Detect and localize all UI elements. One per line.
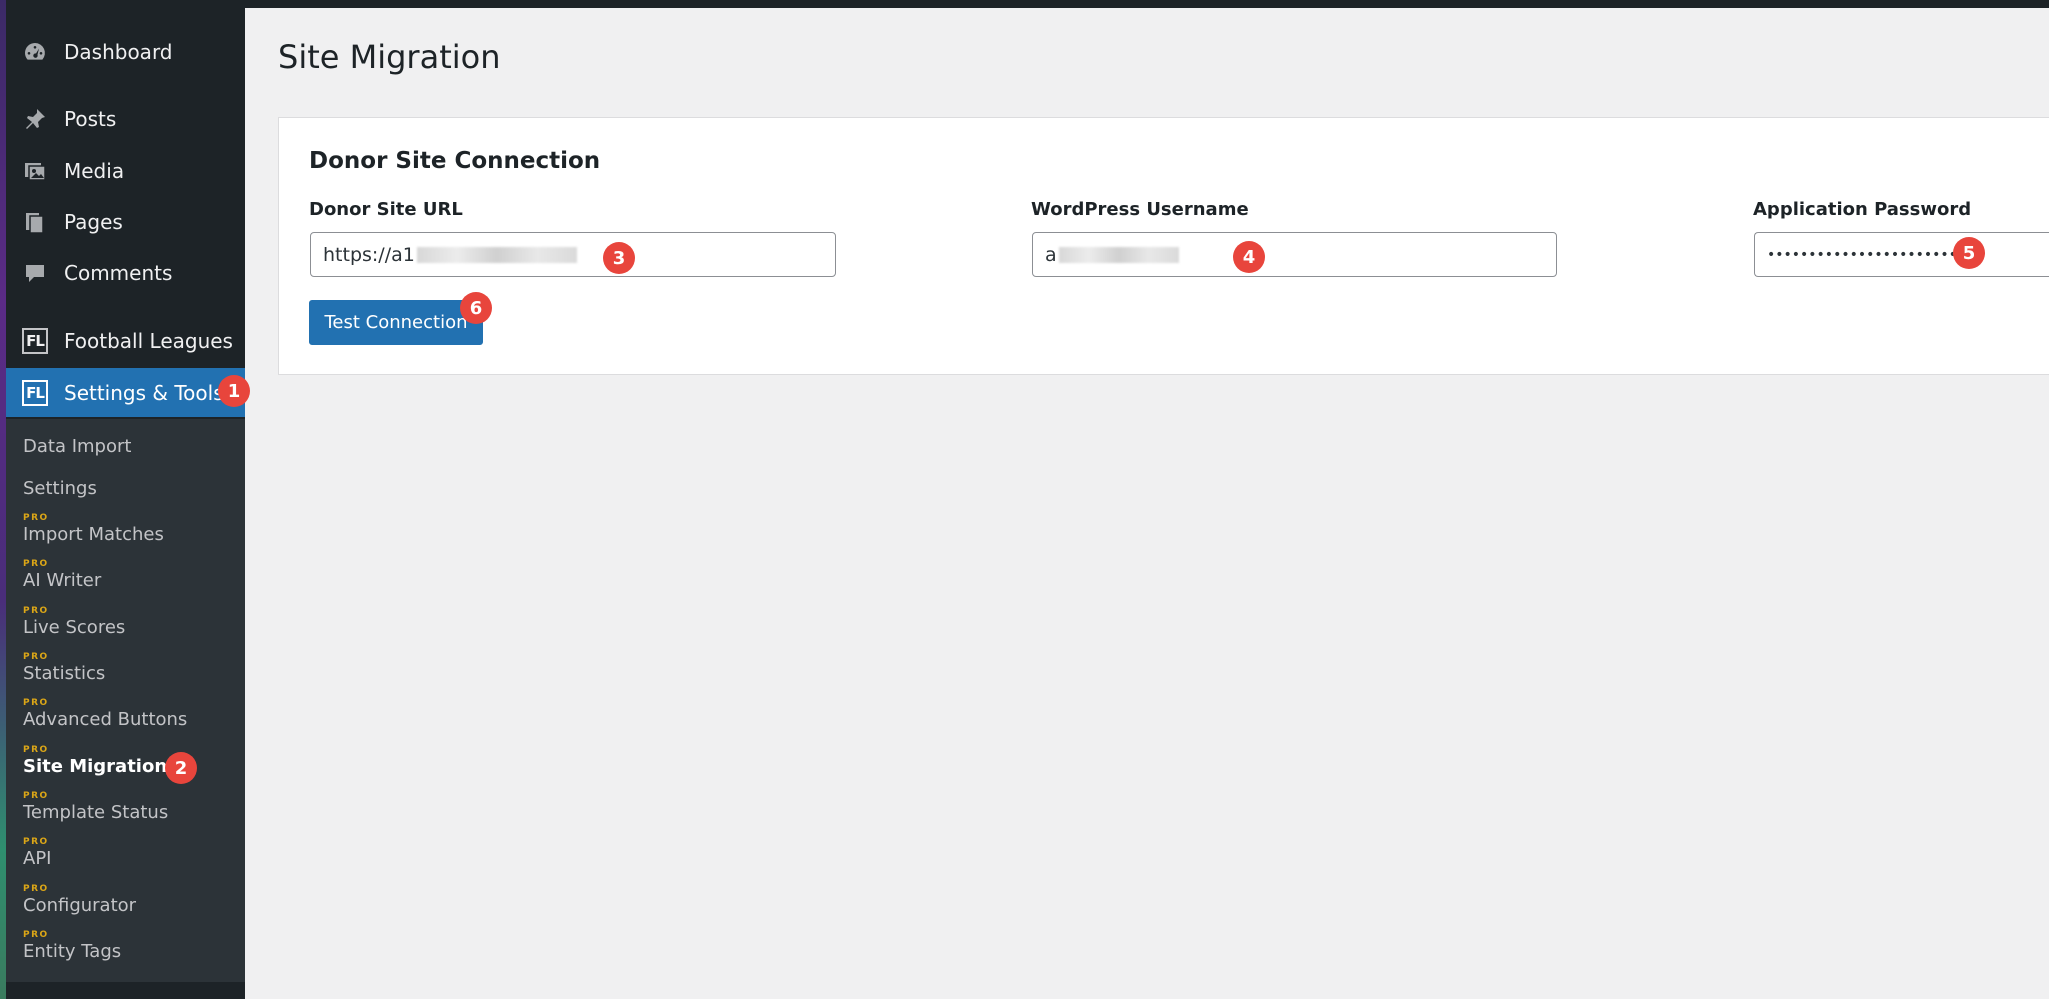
submenu-item-advanced-buttons[interactable]: Advanced Buttons — [23, 709, 187, 730]
sidebar-footer — [6, 982, 245, 999]
menu-item-label: Pages — [64, 209, 123, 234]
annotation-badge: 2 — [165, 752, 197, 784]
menu-item-label: Posts — [64, 106, 117, 131]
fl-logo-icon: FL — [20, 378, 50, 408]
settings-submenu: Data Import Settings PRO Import Matches … — [6, 419, 245, 982]
menu-item-posts[interactable]: Posts — [6, 93, 245, 144]
pro-badge: PRO — [23, 791, 49, 801]
admin-top-bar — [0, 0, 2049, 8]
pro-badge: PRO — [23, 837, 49, 847]
annotation-badge: 5 — [1953, 237, 1985, 269]
annotation-badge: 3 — [603, 242, 635, 274]
comment-icon — [20, 258, 50, 288]
menu-item-label: Settings & Tools — [64, 380, 224, 405]
username-label: WordPress Username — [1031, 199, 1249, 220]
submenu-item-configurator[interactable]: Configurator — [23, 895, 136, 916]
submenu-item-live-scores[interactable]: Live Scores — [23, 617, 125, 638]
submenu-item-site-migration[interactable]: Site Migration — [23, 756, 167, 777]
username-input[interactable]: a — [1032, 232, 1557, 277]
pages-icon — [20, 207, 50, 237]
fl-logo-icon: FL — [20, 326, 50, 356]
menu-item-dashboard[interactable]: Dashboard — [6, 26, 245, 77]
submenu-item-entity-tags[interactable]: Entity Tags — [23, 941, 121, 962]
dashboard-icon — [20, 37, 50, 67]
menu-item-label: Comments — [64, 260, 173, 285]
menu-item-settings-tools[interactable]: FL Settings & Tools — [6, 368, 245, 417]
pro-badge: PRO — [23, 559, 49, 569]
pin-icon — [20, 104, 50, 134]
pro-badge: PRO — [23, 698, 49, 708]
pro-badge: PRO — [23, 652, 49, 662]
annotation-badge: 6 — [460, 292, 492, 324]
submenu-item-api[interactable]: API — [23, 848, 51, 869]
annotation-badge: 4 — [1233, 241, 1265, 273]
submenu-item-template-status[interactable]: Template Status — [23, 802, 168, 823]
submenu-item-settings[interactable]: Settings — [23, 478, 97, 499]
donor-url-label: Donor Site URL — [309, 199, 463, 220]
pro-badge: PRO — [23, 513, 49, 523]
page-title: Site Migration — [278, 38, 501, 76]
annotation-badge: 1 — [218, 375, 250, 407]
app-password-label: Application Password — [1753, 199, 1972, 220]
submenu-item-statistics[interactable]: Statistics — [23, 663, 105, 684]
menu-item-pages[interactable]: Pages — [6, 196, 245, 247]
admin-sidebar: Dashboard Posts Media Pages Comments FL … — [6, 0, 245, 999]
pro-badge: PRO — [23, 606, 49, 616]
menu-item-label: Football Leagues — [64, 328, 233, 353]
menu-item-label: Media — [64, 158, 125, 183]
media-icon — [20, 156, 50, 186]
donor-url-input[interactable]: https://a1 — [310, 232, 836, 277]
pro-badge: PRO — [23, 745, 49, 755]
test-connection-button[interactable]: Test Connection — [309, 300, 483, 345]
app-password-input[interactable]: ••••••••••••••••••••••••• — [1754, 232, 2049, 277]
menu-item-media[interactable]: Media — [6, 145, 245, 196]
card-title: Donor Site Connection — [309, 148, 601, 174]
submenu-item-import-matches[interactable]: Import Matches — [23, 524, 164, 545]
menu-item-football-leagues[interactable]: FL Football Leagues — [6, 315, 245, 366]
submenu-item-ai-writer[interactable]: AI Writer — [23, 570, 101, 591]
submenu-item-data-import[interactable]: Data Import — [23, 436, 131, 457]
pro-badge: PRO — [23, 884, 49, 894]
pro-badge: PRO — [23, 930, 49, 940]
menu-item-comments[interactable]: Comments — [6, 247, 245, 298]
menu-item-label: Dashboard — [64, 39, 173, 64]
